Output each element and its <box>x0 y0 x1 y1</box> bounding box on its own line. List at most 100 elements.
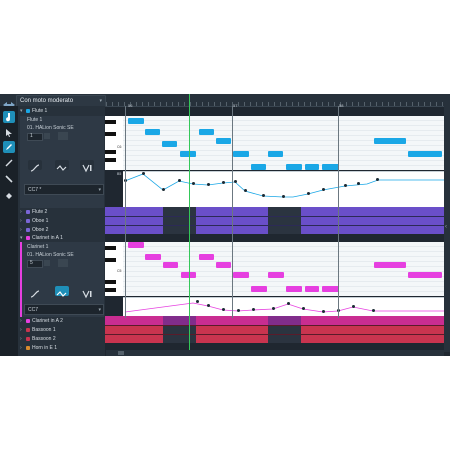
clarinet-note[interactable] <box>305 286 319 292</box>
clarinet-cc-point[interactable] <box>272 307 275 310</box>
flute-cc-dropdown[interactable]: CC7 * ▾ <box>24 184 104 195</box>
clarinet-cc-lane[interactable] <box>123 297 445 317</box>
flute-cc-point[interactable] <box>262 194 265 197</box>
flute-note[interactable] <box>374 138 406 144</box>
line-tool-icon[interactable] <box>3 157 15 169</box>
clarinet-note[interactable] <box>233 272 249 278</box>
clarinet-note[interactable] <box>268 272 284 278</box>
track-flute-1[interactable]: ▾ Flute 1 <box>20 107 104 115</box>
clarinet-cc-point[interactable] <box>207 304 210 307</box>
flute-note[interactable] <box>145 129 160 135</box>
clarinet-instrument[interactable]: 01. HALion Sonic SE <box>27 252 74 258</box>
flute-cc-point[interactable] <box>222 181 225 184</box>
clarinet-cc-point[interactable] <box>287 302 290 305</box>
channel-stepper[interactable] <box>44 260 50 266</box>
arrow-select-icon[interactable] <box>3 127 15 139</box>
clarinet-note[interactable] <box>322 286 339 292</box>
track-instrument-icon <box>26 228 30 232</box>
clarinet-note[interactable] <box>128 242 144 248</box>
clarinet-curve-button-1[interactable] <box>28 286 42 298</box>
clarinet-accent-bar <box>20 242 22 317</box>
flute-note[interactable] <box>162 141 177 147</box>
knife-tool-icon[interactable] <box>3 173 15 185</box>
note-tool-icon[interactable] <box>3 111 15 123</box>
track-clarinet-in-a-1[interactable]: ▾ Clarinet in A 1 <box>20 234 104 242</box>
track-flute-2[interactable]: › Flute 2 <box>20 208 104 216</box>
clarinet-note[interactable] <box>145 254 161 260</box>
flute-note[interactable] <box>216 138 231 144</box>
clarinet-cc-point[interactable] <box>372 309 375 312</box>
clarinet-note[interactable] <box>408 272 442 278</box>
clarinet-note[interactable] <box>251 286 267 292</box>
clarinet-note[interactable] <box>286 286 302 292</box>
timeline-ruler[interactable] <box>106 94 444 107</box>
track-horn-in-e-1[interactable]: › Horn in E 1 <box>20 344 104 352</box>
scrollbar-thumb[interactable] <box>118 351 124 355</box>
flute-curve-button-2[interactable] <box>55 160 69 171</box>
track-bassoon-2[interactable]: › Bassoon 2 <box>20 335 104 343</box>
flute-note[interactable] <box>268 151 283 157</box>
flute-cc-point[interactable] <box>244 189 247 192</box>
flute-curve-button-3[interactable] <box>80 160 94 173</box>
chevron-left-icon[interactable]: ‹ <box>445 224 447 230</box>
clarinet-cc-point[interactable] <box>237 309 240 312</box>
clarinet-curve-button-2[interactable] <box>55 286 69 297</box>
flute-note[interactable] <box>408 151 442 157</box>
flute-midi-button[interactable] <box>58 132 68 140</box>
clarinet-cc-point[interactable] <box>252 308 255 311</box>
flute-cc-point[interactable] <box>142 172 145 175</box>
flute-note[interactable] <box>305 164 319 170</box>
flute-cc-lane[interactable] <box>123 171 445 208</box>
flute-cc-point[interactable] <box>207 183 210 186</box>
track-name: Horn in E 1 <box>32 345 58 351</box>
flute-cc-point[interactable] <box>357 182 360 185</box>
clarinet-cc-point[interactable] <box>352 305 355 308</box>
clarinet-note[interactable] <box>374 262 406 268</box>
lower-lanes[interactable] <box>105 316 445 352</box>
flute-note[interactable] <box>286 164 302 170</box>
eraser-tool-icon[interactable] <box>3 189 15 201</box>
track-oboe-1[interactable]: › Oboe 1 <box>20 217 104 225</box>
horizontal-scrollbar[interactable] <box>106 350 444 356</box>
track-bassoon-1[interactable]: › Bassoon 1 <box>20 326 104 334</box>
flute-note[interactable] <box>233 151 249 157</box>
flute-cc-point[interactable] <box>234 180 237 183</box>
bar-line <box>338 106 339 318</box>
flute-cc-point[interactable] <box>307 192 310 195</box>
flute-cc-point[interactable] <box>192 182 195 185</box>
track-name: Bassoon 1 <box>32 327 56 333</box>
woodwind-lanes[interactable] <box>105 207 445 234</box>
channel-stepper[interactable] <box>44 133 50 139</box>
track-instrument-icon <box>26 328 30 332</box>
clarinet-cc-point[interactable] <box>322 310 325 313</box>
clarinet-note[interactable] <box>163 262 178 268</box>
clarinet-note[interactable] <box>216 262 231 268</box>
clarinet-midi-button[interactable] <box>58 259 68 267</box>
track-clarinet-in-a-2[interactable]: › Clarinet in A 2 <box>20 317 104 325</box>
clarinet-cc-point[interactable] <box>222 308 225 311</box>
playhead-cursor[interactable] <box>189 94 190 352</box>
flute-curve-button-1[interactable] <box>28 160 42 172</box>
clarinet-note[interactable] <box>199 254 214 260</box>
flute-note[interactable] <box>128 118 144 124</box>
flute-cc-point[interactable] <box>162 188 165 191</box>
flute-note[interactable] <box>251 164 266 170</box>
flute-note[interactable] <box>199 129 214 135</box>
flute-cc-point[interactable] <box>322 188 325 191</box>
flute-cc-point[interactable] <box>178 179 181 182</box>
clarinet-cc-point[interactable] <box>302 307 305 310</box>
flute-note[interactable] <box>180 151 196 157</box>
bar-number-57: 57 <box>233 103 238 108</box>
clarinet-cc-point[interactable] <box>196 300 199 303</box>
flute-cc-point[interactable] <box>344 184 347 187</box>
clarinet-curve-button-3[interactable] <box>80 286 94 299</box>
flute-cc-point[interactable] <box>376 178 379 181</box>
clarinet-note-grid[interactable] <box>123 242 445 296</box>
flute-note[interactable] <box>322 164 339 170</box>
track-oboe-2[interactable]: › Oboe 2 <box>20 226 104 234</box>
clarinet-cc-dropdown[interactable]: CC7 ▾ <box>24 304 104 315</box>
pencil-tool-icon[interactable] <box>3 141 15 153</box>
flute-instrument[interactable]: 01. HALion Sonic SE <box>27 125 74 131</box>
back-forward-icon[interactable] <box>3 96 15 108</box>
flute-cc-point[interactable] <box>282 195 285 198</box>
